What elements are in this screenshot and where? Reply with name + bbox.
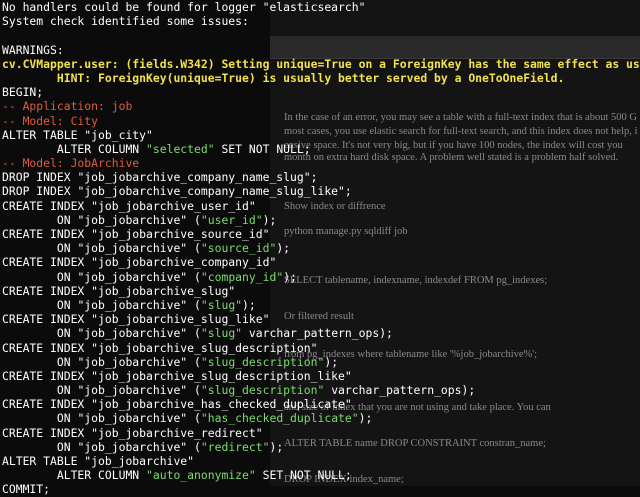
terminal-token: "job_jobarchive" <box>77 269 188 284</box>
terminal-token: ON <box>2 297 78 312</box>
terminal-token: ALTER COLUMN <box>2 141 147 156</box>
terminal-token: "job_jobarchive" <box>77 297 188 312</box>
terminal-token: ALTER TABLE <box>2 454 85 468</box>
terminal-token: "user_id" <box>200 212 263 227</box>
terminal-token: CREATE INDEX <box>2 283 92 298</box>
terminal-token: "job_jobarchive" <box>77 354 188 369</box>
terminal-token: ON <box>2 241 78 256</box>
blog-line: month on extra hard disk space. A proble… <box>284 152 619 163</box>
terminal-token: ON <box>2 411 78 426</box>
blog-code-header-bar <box>270 36 640 59</box>
terminal-token: CREATE INDEX <box>2 255 92 270</box>
terminal-token: ( <box>187 297 201 312</box>
terminal-token: CREATE INDEX <box>2 227 92 241</box>
blog-line: SELECT tablename, indexname, indexdef FR… <box>284 275 548 286</box>
terminal-token: CREATE INDEX <box>2 312 92 327</box>
terminal-token: "job_jobarchive_company_id" <box>91 255 277 270</box>
terminal-token: DROP INDEX <box>2 170 78 185</box>
terminal-token: "job_jobarchive" <box>77 326 188 341</box>
terminal-token: "slug" <box>200 326 243 341</box>
terminal-token: COMMIT; <box>2 482 51 497</box>
terminal-token: ( <box>187 354 201 369</box>
terminal-token: City <box>70 113 99 128</box>
terminal-token: job <box>111 99 133 114</box>
terminal-token: JobArchive <box>70 156 140 171</box>
terminal-token: BEGIN; <box>2 85 44 100</box>
blog-line: ALTER TABLE name DROP CONSTRAINT constra… <box>284 438 546 449</box>
blog-line: In the case of an error, you may see a t… <box>284 112 637 123</box>
terminal-token: "job_jobarchive_slug" <box>91 283 236 298</box>
terminal-token: ( <box>187 269 201 284</box>
terminal-token: CREATE INDEX <box>2 198 92 213</box>
terminal-token: "job_jobarchive_source_id" <box>91 227 270 241</box>
terminal-token: ( <box>187 383 201 398</box>
blog-line: DROP INDEX index_name; <box>284 474 404 485</box>
terminal-token: CREATE INDEX <box>2 425 92 440</box>
terminal-token: "source_id" <box>200 241 277 256</box>
terminal-token: -- Model: <box>2 156 71 171</box>
terminal-token: "job_city" <box>84 127 153 142</box>
terminal-token: ON <box>2 383 78 398</box>
terminal-token: "slug" <box>200 297 243 312</box>
terminal-token: CREATE INDEX <box>2 368 92 383</box>
terminal-token: ON <box>2 269 78 284</box>
terminal-token: "selected" <box>146 141 215 156</box>
terminal-token: "job_jobarchive" <box>77 411 188 426</box>
terminal-token: CREATE INDEX <box>2 340 92 355</box>
terminal-token: "job_jobarchive" <box>77 439 188 454</box>
terminal-token: WARNINGS: <box>2 42 64 57</box>
terminal-token: ( <box>187 326 201 341</box>
terminal-token: DROP INDEX <box>2 184 78 199</box>
terminal-token: "job_jobarchive" <box>77 212 188 227</box>
terminal-token: "redirect" <box>200 439 270 454</box>
terminal-token: -- Model: <box>2 113 71 128</box>
terminal-token: -- Application: <box>2 99 112 114</box>
terminal-token: "auto_anonymize" <box>146 468 256 483</box>
terminal-token: CREATE INDEX <box>2 397 92 412</box>
terminal-token: ( <box>187 212 201 227</box>
terminal-token: "job_jobarchive" <box>84 454 195 468</box>
terminal-token: ON <box>2 212 78 227</box>
blog-line: Show index or diffrence <box>284 201 386 212</box>
background-blog-page: In the case of an error, you may see a t… <box>270 0 640 486</box>
blog-line: most cases, you use elastic search for f… <box>284 126 638 137</box>
terminal-token: ); <box>242 297 256 312</box>
blog-line: Or filtered result <box>284 311 354 322</box>
terminal-token: "job_jobarchive" <box>77 241 188 256</box>
blog-line: from pg_indexes where tablename like '%j… <box>284 349 538 360</box>
terminal-token: "job_jobarchive" <box>77 383 188 398</box>
terminal-token: "job_jobarchive_redirect" <box>91 425 263 440</box>
terminal-token: ALTER COLUMN <box>2 468 147 483</box>
terminal-token: ( <box>187 241 201 256</box>
terminal-token: ON <box>2 439 78 454</box>
terminal-token: ( <box>187 439 201 454</box>
blog-link[interactable]: python manage.py sqldiff job <box>284 226 407 238</box>
terminal-token: ON <box>2 326 78 341</box>
terminal-token: System check identified some issues: <box>2 14 249 29</box>
terminal-token: "job_jobarchive_slug_like" <box>91 312 270 327</box>
terminal-token: ALTER TABLE <box>2 127 85 142</box>
terminal-token: ( <box>187 411 201 426</box>
blog-line: ensive space. It's not very big, but if … <box>284 140 623 151</box>
blog-line: and size of index that you are not using… <box>284 402 551 413</box>
terminal-token: "job_jobarchive_user_id" <box>91 198 256 213</box>
terminal-token: ON <box>2 354 78 369</box>
